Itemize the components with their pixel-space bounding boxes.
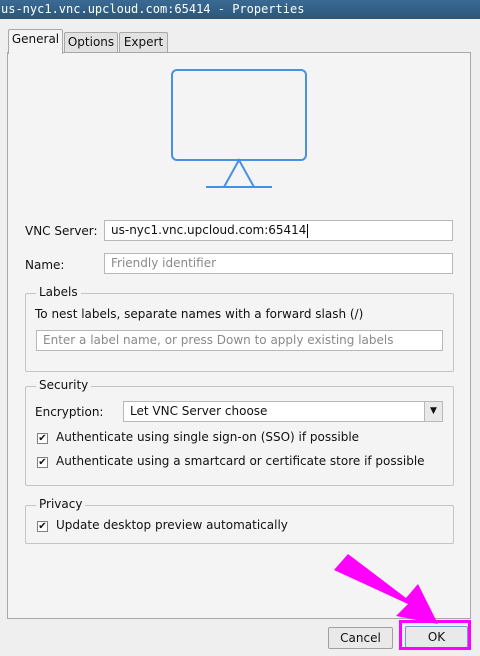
desktop-preview-checkbox[interactable]: ✔ [37, 521, 48, 532]
cancel-button[interactable]: Cancel [328, 627, 393, 649]
label-input-placeholder: Enter a label name, or press Down to app… [43, 333, 394, 347]
encryption-value: Let VNC Server choose [130, 404, 268, 418]
security-group-title: Security [36, 378, 92, 392]
monitor-icon [171, 69, 307, 188]
name-label: Name: [25, 258, 65, 272]
smartcard-label: Authenticate using a smartcard or certif… [56, 454, 425, 468]
text-caret [307, 223, 309, 238]
annotation-arrow-icon [334, 554, 438, 624]
desktop-preview-label: Update desktop preview automatically [56, 518, 288, 532]
label-input[interactable]: Enter a label name, or press Down to app… [36, 330, 443, 351]
sso-checkbox[interactable]: ✔ [37, 433, 48, 444]
privacy-group: Privacy ✔ Update desktop preview automat… [25, 497, 454, 544]
vnc-server-input[interactable]: us-nyc1.vnc.upcloud.com:65414 [104, 220, 453, 241]
encryption-dropdown[interactable]: Let VNC Server choose ▼ [123, 401, 443, 422]
window-title: us-nyc1.vnc.upcloud.com:65414 - Properti… [1, 2, 305, 16]
triangle-down-icon: ▼ [424, 402, 442, 421]
security-group: Security Encryption: Let VNC Server choo… [25, 378, 454, 486]
encryption-label: Encryption: [35, 405, 104, 419]
tab-expert[interactable]: Expert [119, 32, 168, 53]
tab-options[interactable]: Options [64, 32, 118, 53]
name-input[interactable]: Friendly identifier [104, 253, 453, 274]
name-placeholder: Friendly identifier [111, 256, 217, 270]
vnc-server-value: us-nyc1.vnc.upcloud.com:65414 [111, 223, 307, 237]
labels-hint: To nest labels, separate names with a fo… [35, 307, 364, 321]
tab-general[interactable]: General [8, 29, 63, 54]
general-tab-panel: VNC Server: us-nyc1.vnc.upcloud.com:6541… [7, 52, 471, 619]
sso-label: Authenticate using single sign-on (SSO) … [56, 430, 360, 444]
privacy-group-title: Privacy [36, 497, 86, 511]
window-title-bar: us-nyc1.vnc.upcloud.com:65414 - Properti… [0, 0, 480, 19]
smartcard-checkbox[interactable]: ✔ [37, 457, 48, 468]
vnc-server-label: VNC Server: [25, 224, 98, 238]
labels-group-title: Labels [36, 285, 81, 299]
labels-group: Labels To nest labels, separate names wi… [25, 285, 454, 372]
